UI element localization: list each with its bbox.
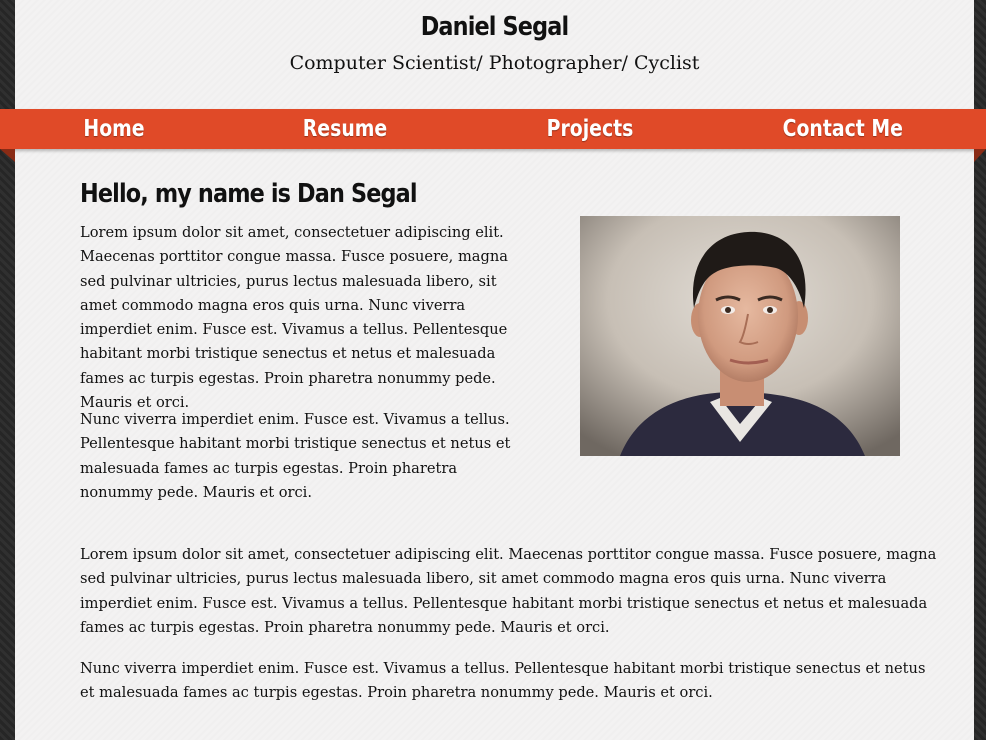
- intro-paragraph: Nunc viverra imperdiet enim. Fusce est. …: [80, 411, 511, 501]
- site-tagline: Computer Scientist/ Photographer/ Cyclis…: [289, 52, 700, 74]
- body-paragraph: Lorem ipsum dolor sit amet, consectetuer…: [80, 546, 937, 636]
- nav-home-link[interactable]: Home: [76, 109, 151, 149]
- body-paragraph: Nunc viverra imperdiet enim. Fusce est. …: [80, 660, 926, 702]
- site-name: Daniel Segal: [420, 12, 569, 42]
- nav-contact-link[interactable]: Contact Me: [783, 109, 903, 149]
- profile-photo: [580, 216, 900, 456]
- intro-heading: Hello, my name is Dan Segal: [80, 179, 418, 209]
- nav-resume-link[interactable]: Resume: [299, 109, 391, 149]
- nav-projects-link[interactable]: Projects: [538, 109, 641, 149]
- ribbon-fold-right: [974, 149, 986, 162]
- ribbon-fold-left: [0, 149, 15, 162]
- main-nav: Home Resume Projects Contact Me: [0, 109, 986, 149]
- intro-paragraph: Lorem ipsum dolor sit amet, consectetuer…: [80, 224, 508, 412]
